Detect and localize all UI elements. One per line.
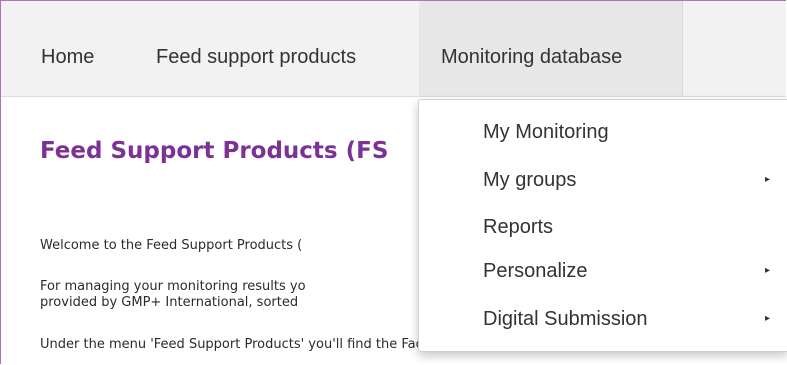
nav-home[interactable]: Home bbox=[41, 1, 94, 96]
monitoring-database-dropdown: My Monitoring My groups ▸ Reports Person… bbox=[418, 99, 787, 352]
monitoring-paragraph-line-1: For managing your monitoring results yo bbox=[40, 279, 306, 294]
menu-item-label: Personalize bbox=[483, 260, 588, 282]
menu-item-reports[interactable]: Reports bbox=[483, 207, 783, 247]
submenu-arrow-icon: ▸ bbox=[765, 265, 771, 276]
nav-monitoring-database[interactable]: Monitoring database bbox=[419, 1, 683, 96]
menu-item-my-monitoring[interactable]: My Monitoring bbox=[483, 112, 783, 152]
monitoring-paragraph-line-2: provided by GMP+ International, sorted bbox=[40, 295, 299, 310]
menu-item-label: My groups bbox=[483, 169, 577, 191]
welcome-paragraph: Welcome to the Feed Support Products ( bbox=[40, 238, 303, 253]
top-navbar: Home Feed support products Monitoring da… bbox=[1, 1, 786, 97]
nav-feed-support-products[interactable]: Feed support products bbox=[156, 1, 356, 96]
submenu-arrow-icon: ▸ bbox=[765, 313, 771, 324]
menu-item-digital-submission[interactable]: Digital Submission bbox=[483, 299, 783, 339]
menu-item-personalize[interactable]: Personalize bbox=[483, 251, 783, 291]
menu-item-my-groups[interactable]: My groups bbox=[483, 160, 783, 200]
menu-item-label: Reports bbox=[483, 216, 554, 238]
submenu-arrow-icon: ▸ bbox=[765, 174, 771, 185]
menu-item-label: My Monitoring bbox=[483, 121, 609, 143]
menu-item-label: Digital Submission bbox=[483, 308, 648, 330]
page-title: Feed Support Products (FS bbox=[40, 138, 389, 164]
